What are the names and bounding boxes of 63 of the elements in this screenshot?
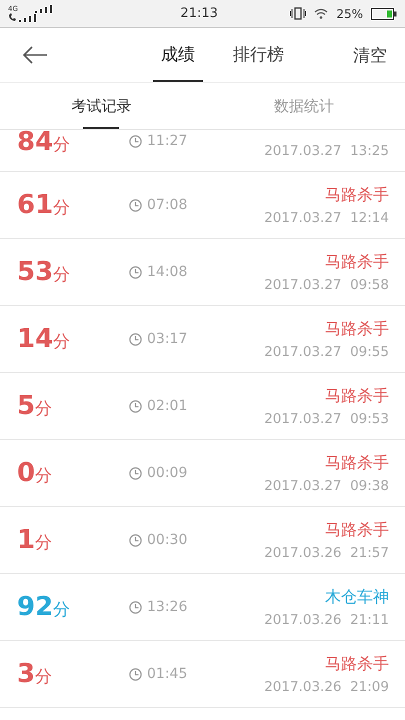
clock-icon (129, 400, 142, 412)
duration-text: 00:09 (147, 465, 188, 481)
duration-text: 13:26 (147, 599, 188, 615)
score-unit: 分 (53, 599, 70, 621)
clock-icon (129, 266, 142, 278)
record-date: 2017.03.27 09:58 (264, 276, 389, 292)
score-value: 1 (17, 525, 36, 555)
player-title: 马路杀手 (325, 520, 389, 540)
duration-text: 07:08 (147, 197, 188, 213)
score-value: 0 (17, 458, 36, 488)
player-title: 木仓车神 (325, 586, 389, 608)
record-date: 2017.03.27 09:53 (264, 410, 389, 426)
score-value: 5 (17, 391, 36, 421)
clear-button[interactable]: 清空 (353, 44, 387, 66)
vibrate-icon (290, 7, 306, 20)
score-unit: 分 (35, 398, 52, 420)
score-unit: 分 (35, 666, 52, 688)
duration-text: 11:27 (147, 133, 188, 149)
score-value: 14 (17, 324, 54, 354)
back-arrow-icon[interactable] (22, 46, 48, 64)
score-unit: 分 (53, 264, 70, 286)
call-signal-icon (8, 13, 36, 22)
player-title: 马路杀手 (325, 452, 389, 474)
clock-icon (129, 134, 142, 148)
record-date: 2017.03.27 12:14 (264, 210, 389, 226)
player-title: 马路杀手 (325, 184, 389, 206)
score-unit: 分 (53, 134, 70, 156)
clock-icon (129, 466, 142, 480)
score-value: 92 (17, 592, 54, 622)
record-date: 2017.03.27 09:55 (264, 344, 389, 360)
wifi-icon (314, 8, 328, 19)
record-date: 2017.03.26 21:09 (264, 678, 389, 694)
player-title: 马路杀手 (325, 386, 389, 406)
duration-text: 02:01 (147, 398, 188, 414)
record-date: 2017.03.27 09:38 (264, 478, 389, 494)
battery-icon (371, 8, 397, 20)
score-unit: 分 (53, 197, 70, 219)
record-date: 2017.03.27 13:25 (264, 143, 389, 159)
clock-icon (129, 198, 142, 212)
clock-icon (129, 534, 142, 546)
score-value: 53 (17, 257, 54, 287)
score-value: 3 (17, 659, 36, 689)
duration-text: 01:45 (147, 666, 188, 682)
clock-time: 21:13 (179, 6, 219, 21)
clock-icon (129, 600, 142, 614)
clock-icon (129, 332, 142, 346)
score-value: 84 (17, 127, 54, 157)
header-tab[interactable]: 排行榜 (225, 28, 292, 82)
record-date: 2017.03.26 21:57 (264, 544, 389, 560)
score-unit: 分 (35, 465, 52, 487)
record-date: 2017.03.26 21:11 (264, 612, 389, 628)
clock-icon (129, 668, 142, 680)
duration-text: 00:30 (147, 532, 188, 548)
score-unit: 分 (53, 331, 70, 353)
player-title: 马路杀手 (325, 252, 389, 272)
duration-text: 14:08 (147, 264, 188, 280)
score-value: 61 (17, 190, 54, 220)
duration-text: 03:17 (147, 331, 188, 347)
score-unit: 分 (35, 532, 52, 554)
battery-percent: 25% (336, 6, 363, 20)
player-title: 马路杀手 (325, 654, 389, 674)
player-title: 马路杀手 (325, 318, 389, 340)
signal-icon (34, 5, 53, 13)
